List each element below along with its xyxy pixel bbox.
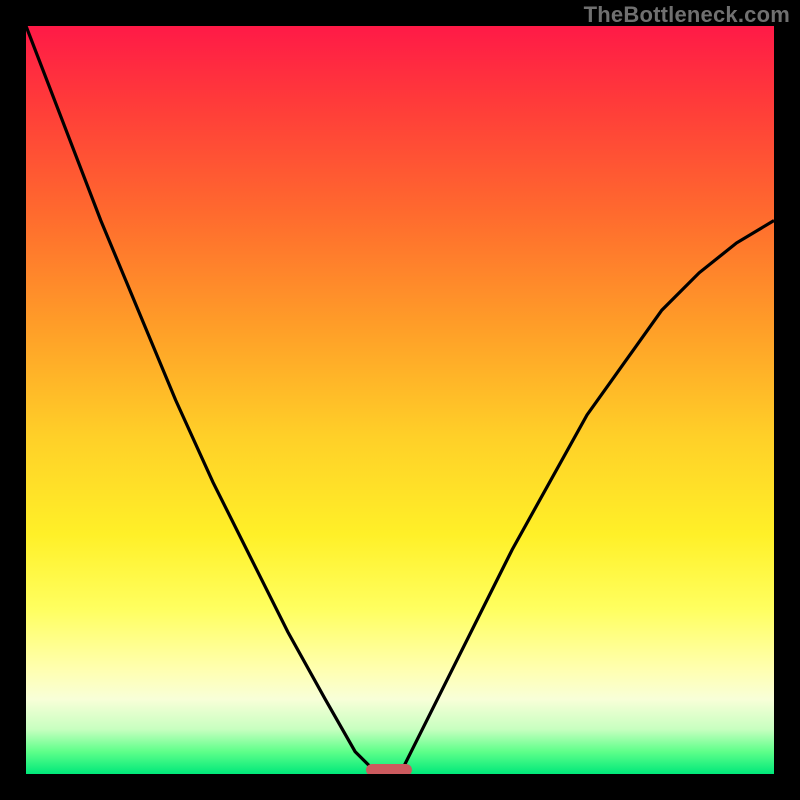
- curve-left-branch: [26, 26, 378, 774]
- outer-frame: TheBottleneck.com: [0, 0, 800, 800]
- bottleneck-curve: [26, 26, 774, 774]
- curve-right-branch: [400, 221, 774, 775]
- plot-area: [26, 26, 774, 774]
- minimum-marker: [366, 764, 412, 774]
- watermark-text: TheBottleneck.com: [584, 2, 790, 28]
